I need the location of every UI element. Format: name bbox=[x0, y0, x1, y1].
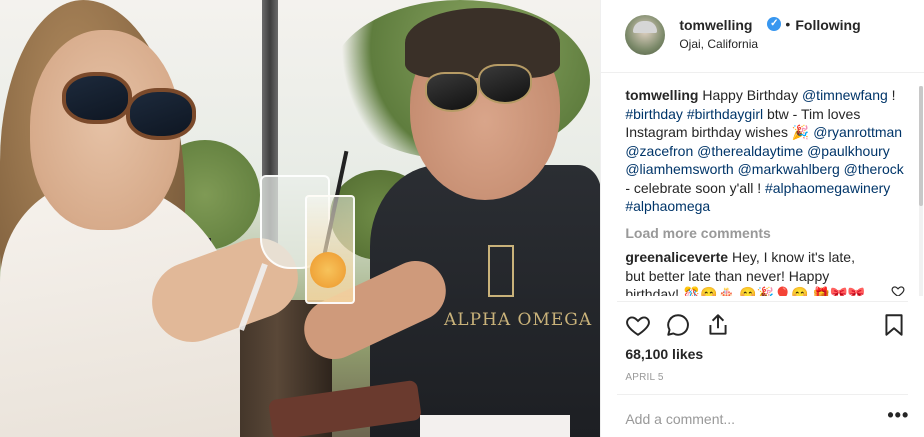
username-link[interactable]: tomwelling bbox=[679, 17, 752, 33]
mention-link[interactable]: @liamhemsworth bbox=[625, 161, 733, 177]
action-bar bbox=[625, 312, 905, 338]
post-side-panel: tomwelling ✓ • Following Ojai, Californi… bbox=[600, 0, 924, 437]
post-photo[interactable]: ALPHA OMEGA bbox=[0, 0, 601, 437]
mention-link[interactable]: @timnewfang bbox=[802, 87, 888, 103]
mention-link[interactable]: @zacefron bbox=[625, 143, 693, 159]
woman-sunglasses-left bbox=[62, 72, 132, 124]
comments-scrollbar-thumb[interactable] bbox=[919, 86, 924, 206]
location-link[interactable]: Ojai, California bbox=[679, 37, 758, 51]
man-sunglasses-left bbox=[425, 72, 479, 112]
hashtag-link[interactable]: #birthday bbox=[625, 106, 683, 122]
caption: tomwelling Happy Birthday @timnewfang ! … bbox=[625, 86, 905, 216]
mention-link[interactable]: @markwahlberg bbox=[738, 161, 840, 177]
heart-icon[interactable] bbox=[625, 312, 651, 338]
following-button[interactable]: Following bbox=[795, 17, 860, 33]
share-icon[interactable] bbox=[705, 312, 731, 338]
comment-item: greenaliceverte Hey, I know it's late, b… bbox=[625, 248, 905, 296]
hashtag-link[interactable]: #alphaomegawinery bbox=[765, 180, 890, 196]
small-heart-icon[interactable] bbox=[891, 284, 905, 296]
caption-text: - celebrate soon y'all ! bbox=[625, 179, 765, 196]
post-header: tomwelling ✓ • Following Ojai, Californi… bbox=[601, 0, 924, 73]
mention-link[interactable]: @therock bbox=[844, 161, 904, 177]
bookmark-icon[interactable] bbox=[881, 312, 907, 338]
mention-link[interactable]: @therealdaytime bbox=[697, 143, 803, 159]
separator-dot: • bbox=[785, 16, 791, 32]
hashtag-link[interactable]: #alphaomega bbox=[625, 198, 710, 214]
mention-link[interactable]: @ryanrottman bbox=[813, 124, 902, 140]
shirt-print: ALPHA OMEGA bbox=[444, 310, 593, 330]
avatar-cap bbox=[633, 21, 658, 33]
shirt-logo bbox=[488, 245, 514, 297]
comment-bubble-icon[interactable] bbox=[665, 312, 691, 338]
load-more-comments-button[interactable]: Load more comments bbox=[625, 224, 905, 243]
caption-text: Happy Birthday bbox=[698, 87, 802, 103]
mention-link[interactable]: @paulkhoury bbox=[807, 143, 890, 159]
divider bbox=[617, 394, 909, 395]
caption-author[interactable]: tomwelling bbox=[625, 87, 698, 103]
likes-count[interactable]: 68,100 likes bbox=[625, 346, 703, 362]
comments-section: tomwelling Happy Birthday @timnewfang ! … bbox=[625, 86, 905, 296]
woman-sunglasses-right bbox=[126, 88, 196, 140]
more-options-icon[interactable]: ••• bbox=[887, 405, 909, 426]
man-sunglasses-right bbox=[478, 64, 532, 104]
instagram-post: ALPHA OMEGA tomwelling ✓ • Following Oja… bbox=[0, 0, 924, 437]
post-date: APRIL 5 bbox=[625, 372, 664, 383]
comment-author[interactable]: greenaliceverte bbox=[625, 249, 728, 265]
add-comment-input[interactable]: Add a comment... bbox=[625, 411, 735, 427]
divider bbox=[617, 301, 909, 302]
orange-slice bbox=[310, 252, 346, 288]
verified-badge-icon: ✓ bbox=[767, 17, 782, 31]
napkin bbox=[420, 415, 570, 437]
hashtag-link[interactable]: #birthdaygirl bbox=[687, 106, 763, 122]
caption-text: ! bbox=[887, 87, 896, 103]
avatar[interactable] bbox=[625, 15, 666, 55]
